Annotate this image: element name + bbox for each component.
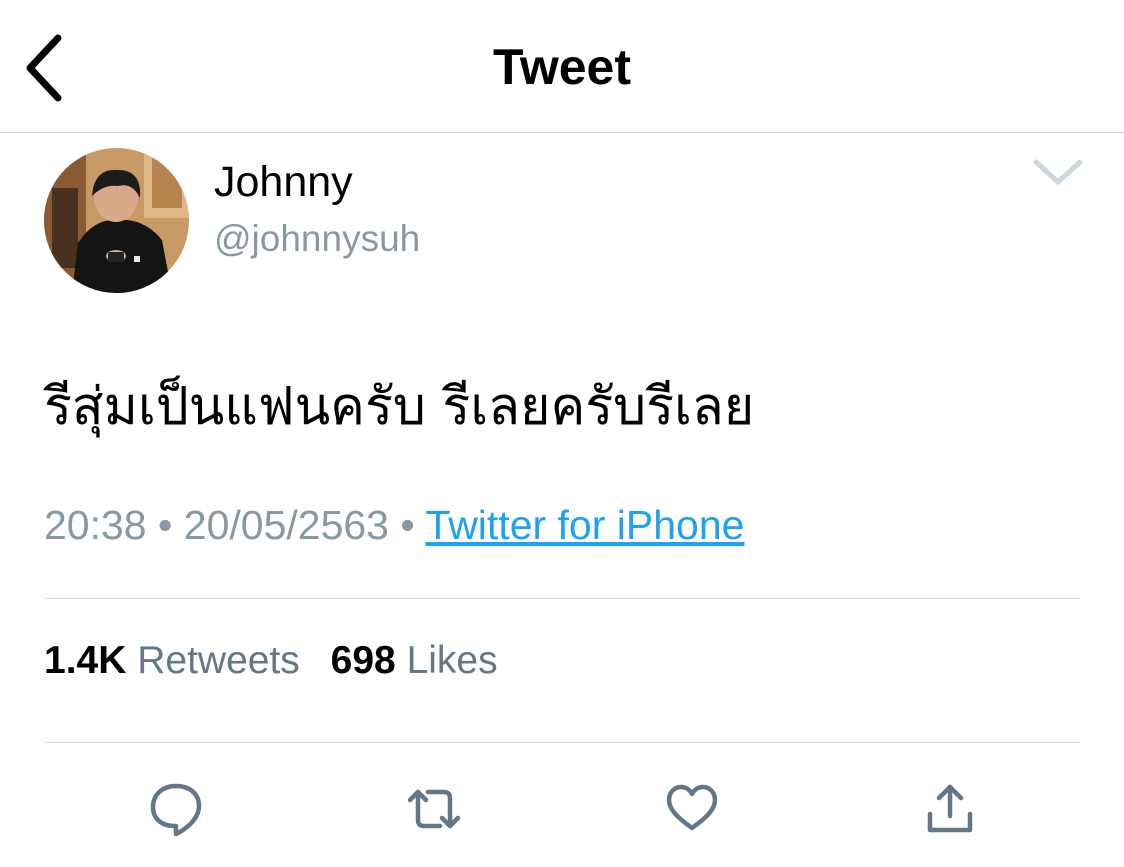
reply-button[interactable] — [148, 780, 204, 838]
share-button[interactable] — [922, 780, 978, 838]
nav-header: Tweet — [0, 0, 1124, 133]
divider — [44, 742, 1080, 743]
meta-separator: • — [158, 502, 173, 548]
author-handle[interactable]: @johnnysuh — [214, 214, 420, 264]
tweet-detail-screen: Tweet Johnny @johnnysuh รีสุ่มเป็นแฟนครั… — [0, 0, 1124, 867]
tweet-text: รีสุ่มเป็นแฟนครับ รีเลยครับรีเลย — [44, 377, 755, 437]
retweet-button[interactable] — [406, 780, 462, 838]
tweet-meta: 20:38 • 20/05/2563 • Twitter for iPhone — [44, 496, 744, 554]
likes-stat[interactable]: 698 Likes — [331, 639, 498, 682]
retweets-count: 1.4K — [44, 639, 127, 682]
retweets-stat[interactable]: 1.4K Retweets — [44, 639, 300, 682]
divider — [44, 598, 1080, 599]
retweet-icon — [407, 789, 461, 829]
chevron-down-icon — [1033, 159, 1083, 185]
tweet-date: 20/05/2563 — [183, 502, 389, 548]
like-button[interactable] — [664, 780, 720, 838]
likes-count: 698 — [330, 639, 396, 682]
reply-icon — [150, 783, 202, 837]
likes-label: Likes — [406, 639, 498, 682]
meta-separator: • — [400, 502, 415, 548]
page-title: Tweet — [493, 39, 631, 95]
like-icon — [666, 784, 718, 831]
author-name[interactable]: Johnny — [214, 156, 353, 208]
tweet-stats: 1.4K Retweets 698 Likes — [44, 634, 518, 688]
avatar[interactable] — [44, 148, 189, 293]
tweet-time: 20:38 — [44, 502, 147, 548]
avatar-photo — [44, 148, 189, 293]
tweet-options-button[interactable] — [1030, 152, 1086, 192]
tweet-source-link[interactable]: Twitter for iPhone — [425, 502, 744, 548]
retweets-label: Retweets — [137, 639, 300, 682]
share-icon — [927, 784, 973, 833]
